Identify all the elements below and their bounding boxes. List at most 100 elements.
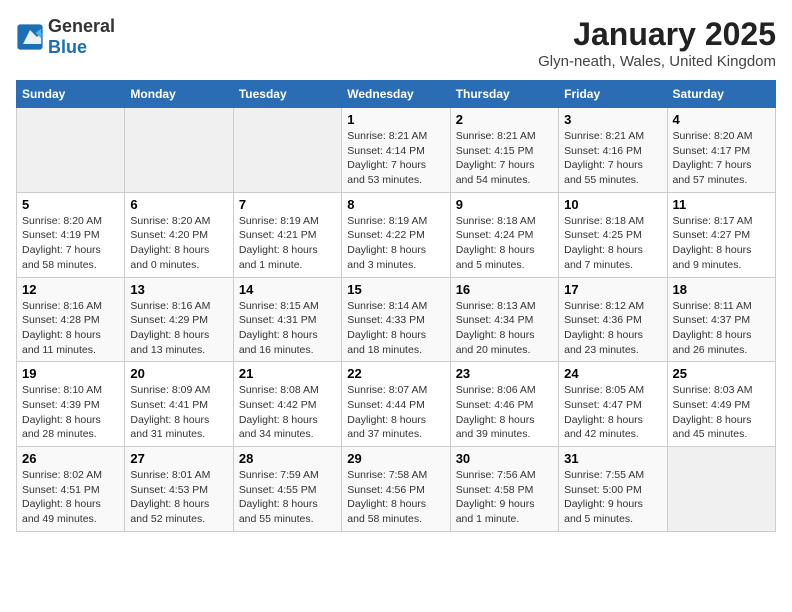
week-row-3: 12Sunrise: 8:16 AM Sunset: 4:28 PM Dayli…: [17, 277, 776, 362]
day-cell: 3Sunrise: 8:21 AM Sunset: 4:16 PM Daylig…: [559, 108, 667, 193]
day-info: Sunrise: 8:17 AM Sunset: 4:27 PM Dayligh…: [673, 214, 770, 273]
day-info: Sunrise: 8:20 AM Sunset: 4:17 PM Dayligh…: [673, 129, 770, 188]
day-cell: 15 Sunrise: 8:14 AM Sunset: 4:33 PM Dayli…: [342, 277, 450, 362]
day-cell: 16Sunrise: 8:13 AM Sunset: 4:34 PM Dayli…: [450, 277, 558, 362]
week-row-5: 26Sunrise: 8:02 AM Sunset: 4:51 PM Dayli…: [17, 447, 776, 532]
day-info: Sunrise: 8:05 AM Sunset: 4:47 PM Dayligh…: [564, 383, 661, 442]
col-header-tuesday: Tuesday: [233, 81, 341, 108]
col-header-saturday: Saturday: [667, 81, 775, 108]
day-info: Sunrise: 8:21 AM Sunset: 4:15 PM Dayligh…: [456, 129, 553, 188]
day-number: 22: [347, 366, 444, 381]
day-info: Sunrise: 7:59 AM Sunset: 4:55 PM Dayligh…: [239, 468, 336, 527]
day-number: 5: [22, 197, 119, 212]
day-info: Sunrise: 8:03 AM Sunset: 4:49 PM Dayligh…: [673, 383, 770, 442]
day-cell: 21 Sunrise: 8:08 AM Sunset: 4:42 PM Dayli…: [233, 362, 341, 447]
day-info: Sunrise: 8:19 AM Sunset: 4:22 PM Dayligh…: [347, 214, 444, 273]
day-cell: 14 Sunrise: 8:15 AM Sunset: 4:31 PM Dayli…: [233, 277, 341, 362]
day-number: 23: [456, 366, 553, 381]
day-number: 13: [130, 282, 227, 297]
day-cell: 5 Sunrise: 8:20 AM Sunset: 4:19 PM Daylig…: [17, 192, 125, 277]
day-number: 18: [673, 282, 770, 297]
day-info: Sunrise: 7:55 AM Sunset: 5:00 PM Dayligh…: [564, 468, 661, 527]
day-cell: 22 Sunrise: 8:07 AM Sunset: 4:44 PM Dayli…: [342, 362, 450, 447]
title-area: January 2025 Glyn-neath, Wales, United K…: [538, 16, 776, 70]
day-number: 25: [673, 366, 770, 381]
day-number: 2: [456, 112, 553, 127]
header: General Blue January 2025 Glyn-neath, Wa…: [16, 16, 776, 70]
week-row-2: 5 Sunrise: 8:20 AM Sunset: 4:19 PM Daylig…: [17, 192, 776, 277]
day-cell: 8 Sunrise: 8:19 AM Sunset: 4:22 PM Daylig…: [342, 192, 450, 277]
day-number: 31: [564, 451, 661, 466]
calendar-subtitle: Glyn-neath, Wales, United Kingdom: [538, 53, 776, 70]
day-cell: [233, 108, 341, 193]
day-number: 16: [456, 282, 553, 297]
day-info: Sunrise: 8:08 AM Sunset: 4:42 PM Dayligh…: [239, 383, 336, 442]
day-cell: 11 Sunrise: 8:17 AM Sunset: 4:27 PM Dayli…: [667, 192, 775, 277]
col-header-friday: Friday: [559, 81, 667, 108]
day-number: 12: [22, 282, 119, 297]
col-header-sunday: Sunday: [17, 81, 125, 108]
day-number: 10: [564, 197, 661, 212]
day-number: 15: [347, 282, 444, 297]
day-cell: 9 Sunrise: 8:18 AM Sunset: 4:24 PM Daylig…: [450, 192, 558, 277]
day-info: Sunrise: 8:20 AM Sunset: 4:19 PM Dayligh…: [22, 214, 119, 273]
day-info: Sunrise: 8:07 AM Sunset: 4:44 PM Dayligh…: [347, 383, 444, 442]
logo-general: General: [48, 16, 115, 36]
day-cell: 31 Sunrise: 7:55 AM Sunset: 5:00 PM Dayli…: [559, 447, 667, 532]
day-info: Sunrise: 8:10 AM Sunset: 4:39 PM Dayligh…: [22, 383, 119, 442]
day-info: Sunrise: 8:21 AM Sunset: 4:14 PM Dayligh…: [347, 129, 444, 188]
logo-text: General Blue: [48, 16, 115, 58]
day-cell: 25 Sunrise: 8:03 AM Sunset: 4:49 PM Dayli…: [667, 362, 775, 447]
day-cell: 24 Sunrise: 8:05 AM Sunset: 4:47 PM Dayli…: [559, 362, 667, 447]
calendar-table: SundayMondayTuesdayWednesdayThursdayFrid…: [16, 80, 776, 532]
day-info: Sunrise: 8:18 AM Sunset: 4:25 PM Dayligh…: [564, 214, 661, 273]
day-cell: [125, 108, 233, 193]
day-number: 30: [456, 451, 553, 466]
day-info: Sunrise: 8:09 AM Sunset: 4:41 PM Dayligh…: [130, 383, 227, 442]
day-number: 7: [239, 197, 336, 212]
day-cell: 13 Sunrise: 8:16 AM Sunset: 4:29 PM Dayli…: [125, 277, 233, 362]
day-info: Sunrise: 8:14 AM Sunset: 4:33 PM Dayligh…: [347, 299, 444, 358]
day-cell: 17Sunrise: 8:12 AM Sunset: 4:36 PM Dayli…: [559, 277, 667, 362]
day-cell: 4Sunrise: 8:20 AM Sunset: 4:17 PM Daylig…: [667, 108, 775, 193]
day-cell: 30 Sunrise: 7:56 AM Sunset: 4:58 PM Dayli…: [450, 447, 558, 532]
day-info: Sunrise: 8:19 AM Sunset: 4:21 PM Dayligh…: [239, 214, 336, 273]
week-row-1: 1 Sunrise: 8:21 AM Sunset: 4:14 PM Daylig…: [17, 108, 776, 193]
day-number: 24: [564, 366, 661, 381]
logo-icon: [16, 23, 44, 51]
day-number: 8: [347, 197, 444, 212]
day-info: Sunrise: 8:15 AM Sunset: 4:31 PM Dayligh…: [239, 299, 336, 358]
day-info: Sunrise: 8:18 AM Sunset: 4:24 PM Dayligh…: [456, 214, 553, 273]
day-number: 26: [22, 451, 119, 466]
day-number: 21: [239, 366, 336, 381]
day-number: 9: [456, 197, 553, 212]
day-cell: 10 Sunrise: 8:18 AM Sunset: 4:25 PM Dayli…: [559, 192, 667, 277]
day-info: Sunrise: 8:20 AM Sunset: 4:20 PM Dayligh…: [130, 214, 227, 273]
day-number: 29: [347, 451, 444, 466]
day-cell: 2 Sunrise: 8:21 AM Sunset: 4:15 PM Daylig…: [450, 108, 558, 193]
day-cell: 18 Sunrise: 8:11 AM Sunset: 4:37 PM Dayli…: [667, 277, 775, 362]
day-number: 17: [564, 282, 661, 297]
day-info: Sunrise: 8:06 AM Sunset: 4:46 PM Dayligh…: [456, 383, 553, 442]
logo: General Blue: [16, 16, 115, 58]
day-number: 11: [673, 197, 770, 212]
day-cell: 29Sunrise: 7:58 AM Sunset: 4:56 PM Dayli…: [342, 447, 450, 532]
day-number: 20: [130, 366, 227, 381]
day-cell: 20 Sunrise: 8:09 AM Sunset: 4:41 PM Dayli…: [125, 362, 233, 447]
day-number: 14: [239, 282, 336, 297]
day-number: 28: [239, 451, 336, 466]
day-cell: 19Sunrise: 8:10 AM Sunset: 4:39 PM Dayli…: [17, 362, 125, 447]
day-cell: 6 Sunrise: 8:20 AM Sunset: 4:20 PM Daylig…: [125, 192, 233, 277]
day-cell: [17, 108, 125, 193]
day-info: Sunrise: 8:16 AM Sunset: 4:29 PM Dayligh…: [130, 299, 227, 358]
day-cell: 23 Sunrise: 8:06 AM Sunset: 4:46 PM Dayli…: [450, 362, 558, 447]
day-info: Sunrise: 7:56 AM Sunset: 4:58 PM Dayligh…: [456, 468, 553, 527]
day-number: 1: [347, 112, 444, 127]
day-number: 6: [130, 197, 227, 212]
day-number: 3: [564, 112, 661, 127]
day-cell: 12Sunrise: 8:16 AM Sunset: 4:28 PM Dayli…: [17, 277, 125, 362]
day-cell: 26Sunrise: 8:02 AM Sunset: 4:51 PM Dayli…: [17, 447, 125, 532]
day-info: Sunrise: 8:11 AM Sunset: 4:37 PM Dayligh…: [673, 299, 770, 358]
day-cell: 7 Sunrise: 8:19 AM Sunset: 4:21 PM Daylig…: [233, 192, 341, 277]
header-row: SundayMondayTuesdayWednesdayThursdayFrid…: [17, 81, 776, 108]
